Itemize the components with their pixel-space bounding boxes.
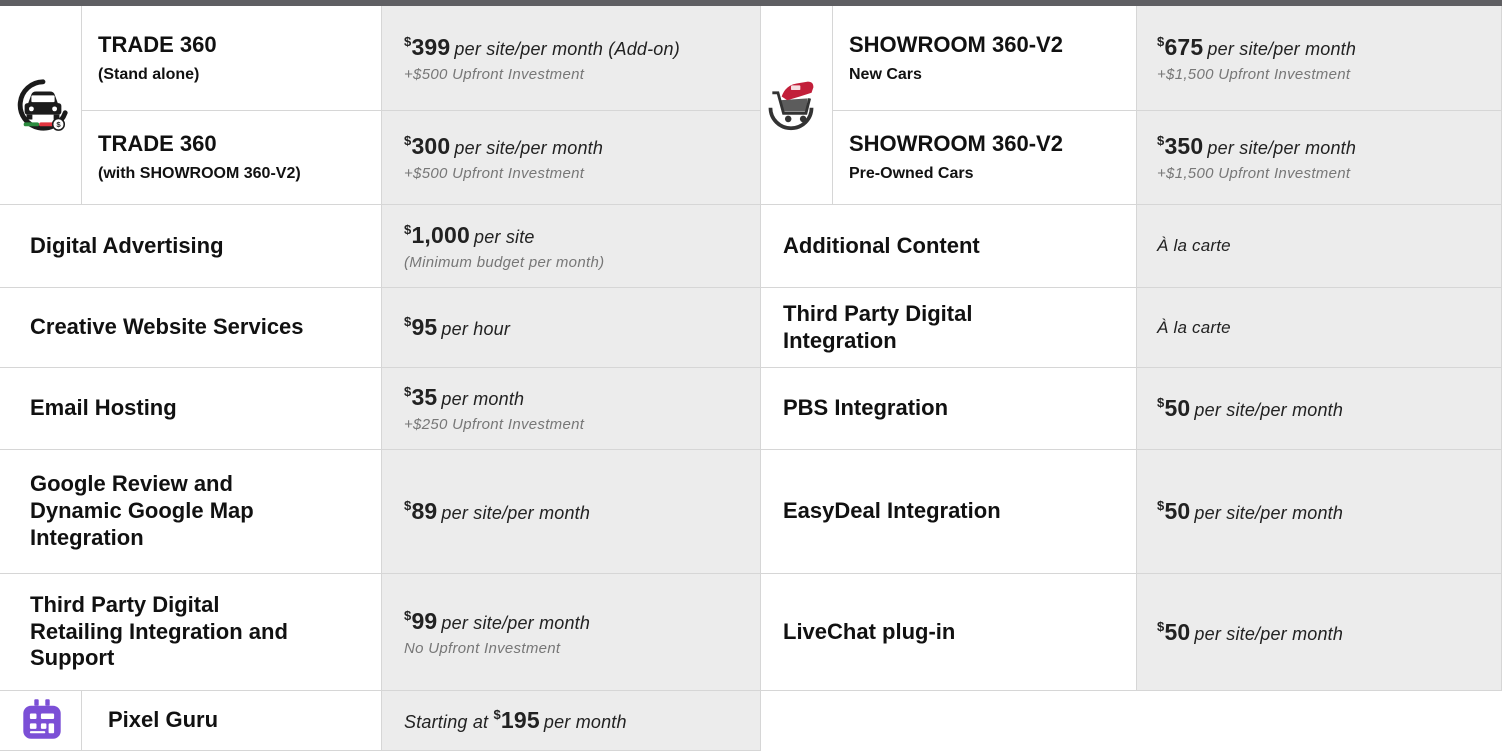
service-label: EasyDeal Integration xyxy=(783,498,1001,524)
car-trade-icon: $ xyxy=(17,79,68,131)
service-label-cell: PBS Integration xyxy=(761,368,1137,450)
service-note: +$250 Upfront Investment xyxy=(404,416,585,433)
showroom-new-note: +$1,500 Upfront Investment xyxy=(1157,65,1351,83)
trade-standalone-price-cell: $399 per site/per month (Add-on) +$500 Up… xyxy=(382,6,761,111)
service-label-cell: Third Party Digital Retailing Integratio… xyxy=(0,574,382,691)
pixel-guru-price: Starting at $195 per month xyxy=(404,707,627,733)
showroom-preowned-note: +$1,500 Upfront Investment xyxy=(1157,165,1351,182)
service-label-cell: Creative Website Services xyxy=(0,288,382,368)
showroom-preowned-price-cell: $350 per site/per month +$1,500 Upfront I… xyxy=(1137,111,1502,205)
showroom-preowned-label: SHOWROOM 360-V2 Pre-Owned Cars xyxy=(849,131,1063,183)
service-price: $50 per site/per month xyxy=(1157,618,1344,645)
service-note: (Minimum budget per month) xyxy=(404,253,605,271)
service-price: $1,000 per site xyxy=(404,221,535,248)
service-label: Additional Content xyxy=(783,232,980,258)
pricing-table: $ TRADE 360 (Stand alone) $399 per site/p… xyxy=(0,6,1502,751)
trade-standalone-price: $399 per site/per month (Add-on) xyxy=(404,33,680,60)
service-label-cell: Digital Advertising xyxy=(0,205,382,288)
service-note: No Upfront Investment xyxy=(404,639,561,657)
service-price: $50 per site/per month xyxy=(1157,498,1344,524)
pixel-guru-label: Pixel Guru xyxy=(108,707,219,733)
showroom-preowned-price: $350 per site/per month xyxy=(1157,133,1357,159)
service-label: Google Review and Dynamic Google Map Int… xyxy=(30,471,254,550)
trade-icon-cell: $ xyxy=(0,6,82,205)
service-price-cell: $50 per site/per month xyxy=(1137,368,1502,450)
service-price-cell: À la carte xyxy=(1137,288,1502,368)
service-price-cell: $50 per site/per month xyxy=(1137,450,1502,574)
service-price: À la carte xyxy=(1157,236,1231,255)
service-price-cell: $99 per site/per month No Upfront Investm… xyxy=(382,574,761,691)
trade-with-showroom-label: TRADE 360 (with SHOWROOM 360-V2) xyxy=(98,131,301,183)
car-cart-icon xyxy=(768,81,814,131)
showroom-new-label-cell: SHOWROOM 360-V2 New Cars xyxy=(833,6,1137,111)
trade-with-showroom-note: +$500 Upfront Investment xyxy=(404,165,585,182)
service-price: $89 per site/per month xyxy=(404,498,591,524)
service-label-cell: EasyDeal Integration xyxy=(761,450,1137,574)
service-label: Email Hosting xyxy=(30,395,177,421)
showroom-icon-cell xyxy=(761,6,833,205)
service-label-cell: Email Hosting xyxy=(0,368,382,450)
service-price: $99 per site/per month xyxy=(404,607,591,634)
service-label: Digital Advertising xyxy=(30,232,224,258)
showroom-new-price-cell: $675 per site/per month +$1,500 Upfront I… xyxy=(1137,6,1502,111)
showroom-new-label: SHOWROOM 360-V2 New Cars xyxy=(849,31,1063,83)
pixel-grid-icon xyxy=(23,699,61,739)
showroom-preowned-label-cell: SHOWROOM 360-V2 Pre-Owned Cars xyxy=(833,111,1137,205)
service-price-cell: $89 per site/per month xyxy=(382,450,761,574)
trade-standalone-label-cell: TRADE 360 (Stand alone) xyxy=(82,6,382,111)
svg-text:$: $ xyxy=(56,120,61,129)
trade-with-showroom-price-cell: $300 per site/per month +$500 Upfront Inv… xyxy=(382,111,761,205)
service-label-cell: Google Review and Dynamic Google Map Int… xyxy=(0,450,382,574)
showroom-new-price: $675 per site/per month xyxy=(1157,33,1357,60)
service-label: Creative Website Services xyxy=(30,314,304,340)
trade-with-showroom-label-cell: TRADE 360 (with SHOWROOM 360-V2) xyxy=(82,111,382,205)
service-label: Third Party Digital Integration xyxy=(783,300,973,353)
service-price-cell: $35 per month +$250 Upfront Investment xyxy=(382,368,761,450)
trade-with-showroom-price: $300 per site/per month xyxy=(404,133,604,159)
service-price-cell: $95 per hour xyxy=(382,288,761,368)
pixel-guru-price-cell: Starting at $195 per month xyxy=(382,691,761,751)
service-price: À la carte xyxy=(1157,317,1231,337)
service-label-cell: LiveChat plug-in xyxy=(761,574,1137,691)
service-label-cell: Third Party Digital Integration xyxy=(761,288,1137,368)
trade-standalone-label: TRADE 360 (Stand alone) xyxy=(98,31,217,83)
service-price: $50 per site/per month xyxy=(1157,395,1344,421)
pixel-guru-icon-cell xyxy=(0,691,82,751)
service-label-cell: Additional Content xyxy=(761,205,1137,288)
service-price-cell: $50 per site/per month xyxy=(1137,574,1502,691)
service-label: Third Party Digital Retailing Integratio… xyxy=(30,591,288,671)
service-price: $35 per month xyxy=(404,384,525,410)
service-price-cell: $1,000 per site (Minimum budget per month… xyxy=(382,205,761,288)
service-label: PBS Integration xyxy=(783,395,949,421)
trade-standalone-note: +$500 Upfront Investment xyxy=(404,65,585,83)
service-price: $95 per hour xyxy=(404,314,511,340)
pixel-guru-label-cell: Pixel Guru xyxy=(82,691,382,751)
service-price-cell: À la carte xyxy=(1137,205,1502,288)
service-label: LiveChat plug-in xyxy=(783,618,956,644)
